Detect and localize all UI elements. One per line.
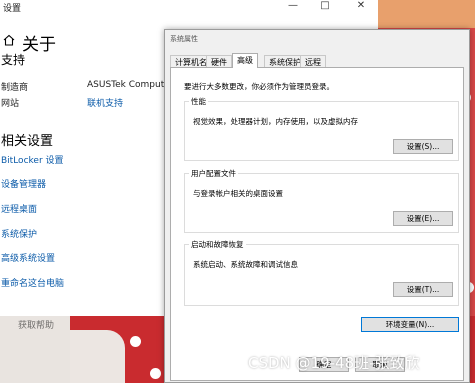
background-top: [378, 0, 475, 28]
online-support-link[interactable]: 联机支持: [87, 96, 123, 109]
related-settings-heading: 相关设置: [1, 134, 54, 149]
tab-hardware[interactable]: 硬件: [206, 55, 232, 67]
user-profiles-group: 用户配置文件 与登录帐户相关的桌面设置 设置(E)...: [184, 168, 459, 233]
support-heading: 支持: [1, 53, 26, 67]
watermark: CSDN @19-48班-张致欣: [248, 354, 420, 372]
background-skin: [70, 330, 125, 383]
manufacturer-label: 制造商: [1, 83, 29, 93]
page-title: 关于: [22, 35, 56, 55]
window-title: 设置: [3, 4, 22, 14]
startup-recovery-label: 启动和故障恢复: [189, 239, 246, 250]
advanced-panel: 要进行大多数更改，你必须作为管理员登录。 性能 视觉效果，处理器计划，内存使用，…: [170, 67, 464, 381]
close-button[interactable]: ✕: [351, 0, 371, 11]
performance-group: 性能 视觉效果，处理器计划，内存使用，以及虚拟内存 设置(S)...: [184, 96, 459, 161]
tab-remote[interactable]: 远程: [300, 55, 326, 67]
performance-label: 性能: [189, 96, 208, 107]
minimize-button[interactable]: —: [283, 0, 303, 11]
home-icon[interactable]: [3, 34, 15, 46]
advanced-system-settings-link[interactable]: 高级系统设置: [1, 251, 55, 264]
startup-recovery-group: 启动和故障恢复 系统启动、系统故障和调试信息 设置(T)...: [184, 239, 459, 306]
performance-settings-button[interactable]: 设置(S)...: [393, 139, 453, 154]
admin-notice: 要进行大多数更改，你必须作为管理员登录。: [184, 82, 334, 91]
remote-desktop-link[interactable]: 远程桌面: [1, 202, 37, 215]
bitlocker-settings-link[interactable]: BitLocker 设置: [1, 153, 64, 166]
rename-pc-link[interactable]: 重命名这台电脑: [1, 276, 64, 289]
maximize-button[interactable]: □: [315, 0, 335, 11]
startup-recovery-description: 系统启动、系统故障和调试信息: [193, 260, 298, 269]
system-protection-link[interactable]: 系统保护: [1, 227, 37, 240]
device-manager-link[interactable]: 设备管理器: [1, 177, 46, 190]
website-label: 网站: [1, 99, 20, 109]
user-profiles-description: 与登录帐户相关的桌面设置: [193, 189, 283, 198]
user-profiles-settings-button[interactable]: 设置(E)...: [393, 211, 453, 226]
tab-advanced[interactable]: 高级: [232, 53, 258, 68]
user-profiles-label: 用户配置文件: [189, 168, 238, 179]
startup-recovery-settings-button[interactable]: 设置(T)...: [393, 282, 453, 297]
get-help-link[interactable]: 获取帮助: [18, 318, 54, 331]
dialog-title: 系统属性: [170, 35, 198, 43]
performance-description: 视觉效果，处理器计划，内存使用，以及虚拟内存: [193, 117, 358, 126]
manufacturer-value: ASUSTek Computer: [87, 80, 174, 90]
system-properties-dialog: 系统属性 计算机名 硬件 高级 系统保护 远程 要进行大多数更改，你必须作为管理…: [164, 29, 470, 383]
environment-variables-button[interactable]: 环境变量(N)...: [361, 317, 459, 332]
